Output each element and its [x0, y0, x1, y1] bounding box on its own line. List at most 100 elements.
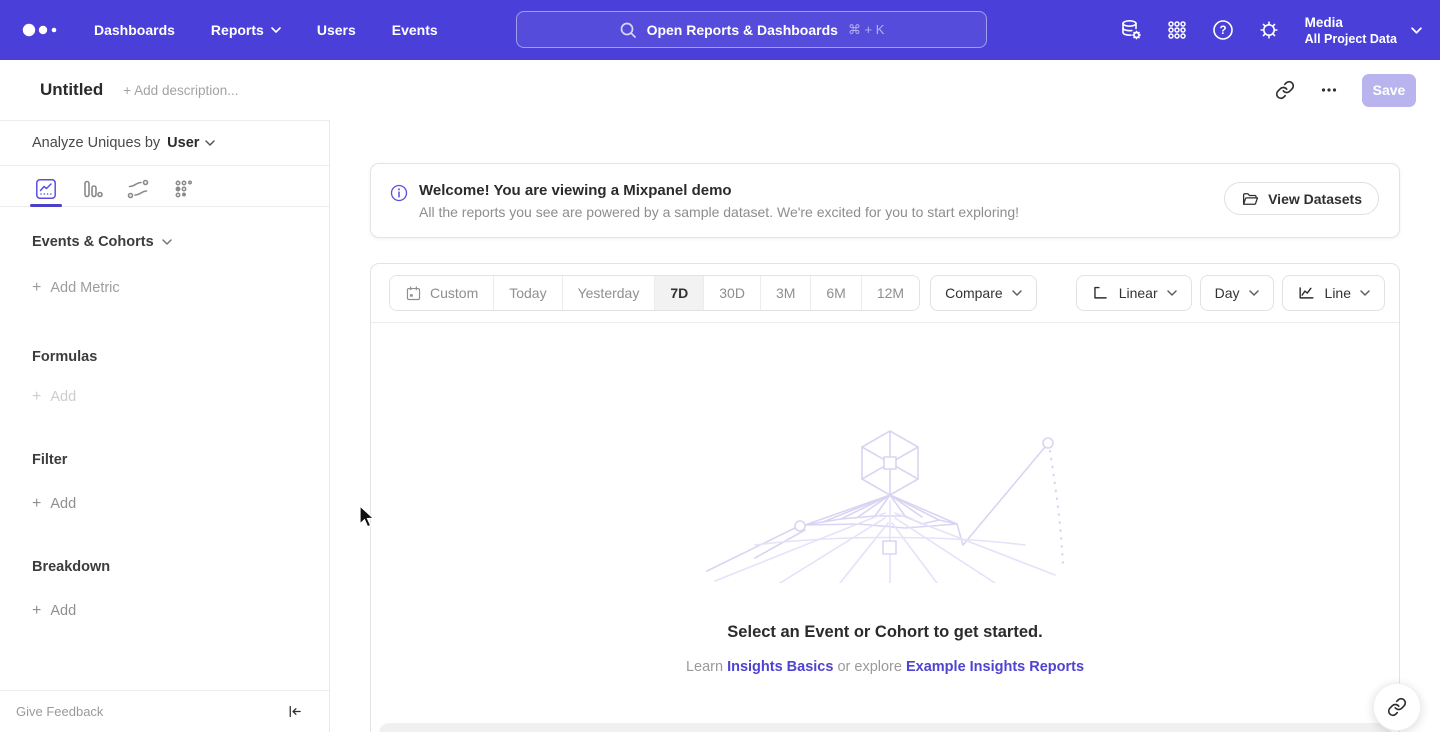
events-cohorts-header[interactable]: Events & Cohorts [32, 234, 329, 250]
settings-button[interactable] [1253, 14, 1285, 46]
data-management-button[interactable] [1115, 14, 1147, 46]
plus-icon: + [32, 495, 41, 513]
tab-flow[interactable] [122, 174, 154, 204]
report-toolbar: Custom Today Yesterday 7D 30D 3M 6M 12M … [371, 264, 1399, 323]
primary-nav: Dashboards Reports Users Events [80, 14, 452, 46]
view-datasets-button[interactable]: View Datasets [1224, 182, 1379, 215]
chevron-down-icon [1411, 27, 1422, 34]
range-yesterday[interactable]: Yesterday [563, 276, 656, 310]
project-dataset: All Project Data [1305, 31, 1397, 47]
chevron-down-icon [271, 27, 281, 33]
add-formula-button[interactable]: +Add [32, 388, 329, 406]
save-button[interactable]: Save [1362, 74, 1416, 107]
next-section-peek [379, 723, 1391, 732]
range-today[interactable]: Today [494, 276, 562, 310]
svg-text:?: ? [1219, 25, 1226, 37]
chevron-down-icon [1012, 290, 1022, 296]
plus-icon: + [32, 602, 41, 620]
chevron-down-icon [205, 140, 215, 146]
formulas-title: Formulas [32, 349, 329, 365]
or-explore-text: or explore [833, 659, 906, 675]
range-3m[interactable]: 3M [761, 276, 811, 310]
analyze-label: Analyze Uniques by [32, 135, 160, 151]
add-breakdown-label: Add [50, 603, 76, 619]
breakdown-section: Breakdown + Add [0, 559, 329, 620]
report-title[interactable]: Untitled [40, 80, 103, 100]
copy-link-button[interactable] [1268, 73, 1302, 107]
link-icon [1387, 697, 1407, 717]
tab-scatter-grid[interactable] [168, 174, 200, 204]
apps-grid-icon [1165, 18, 1189, 42]
share-link-fab[interactable] [1373, 683, 1421, 731]
nav-dashboards[interactable]: Dashboards [80, 14, 189, 46]
empty-state-links: Learn Insights Basics or explore Example… [686, 659, 1084, 675]
give-feedback-link[interactable]: Give Feedback [16, 704, 103, 719]
range-30d[interactable]: 30D [704, 276, 761, 310]
report-description-placeholder[interactable]: + Add description... [123, 83, 238, 98]
tab-bar-chart[interactable] [76, 174, 108, 204]
add-metric-button[interactable]: +Add Metric [32, 279, 329, 297]
range-7d[interactable]: 7D [655, 276, 704, 310]
range-custom[interactable]: Custom [390, 276, 494, 310]
project-switcher[interactable]: Media All Project Data [1305, 14, 1422, 47]
analyze-unit-dropdown[interactable]: User [167, 135, 215, 151]
chart-type-dropdown[interactable]: Line [1282, 275, 1385, 311]
collapse-left-icon [286, 703, 303, 720]
add-formula-label: Add [50, 389, 76, 405]
sidebar-footer: Give Feedback [0, 690, 329, 732]
breakdown-title: Breakdown [32, 559, 329, 575]
example-insights-reports-link[interactable]: Example Insights Reports [906, 659, 1084, 675]
plus-icon: + [32, 279, 41, 297]
info-icon [389, 183, 409, 203]
report-header: Untitled + Add description... Save [0, 60, 1440, 120]
nav-users-label: Users [317, 22, 356, 38]
settings-gear-icon [1257, 18, 1281, 42]
scatter-grid-icon [172, 177, 196, 201]
nav-users[interactable]: Users [303, 14, 370, 46]
more-options-button[interactable] [1312, 73, 1346, 107]
range-6m[interactable]: 6M [811, 276, 861, 310]
insights-line-icon [34, 177, 58, 201]
add-breakdown-button[interactable]: + Add [32, 602, 329, 620]
empty-state: Select an Event or Cohort to get started… [371, 423, 1399, 675]
formulas-section: Formulas +Add [0, 349, 329, 406]
compare-button[interactable]: Compare [930, 275, 1037, 311]
banner-texts: Welcome! You are viewing a Mixpanel demo… [419, 181, 1019, 223]
banner-title: Welcome! You are viewing a Mixpanel demo [419, 181, 1019, 201]
nav-reports[interactable]: Reports [197, 14, 295, 46]
report-card: Custom Today Yesterday 7D 30D 3M 6M 12M … [370, 263, 1400, 732]
range-12m[interactable]: 12M [862, 276, 919, 310]
events-cohorts-title: Events & Cohorts [32, 234, 154, 250]
view-datasets-label: View Datasets [1268, 191, 1362, 207]
query-builder-sidebar: Analyze Uniques by User [0, 120, 330, 732]
empty-state-title: Select an Event or Cohort to get started… [727, 623, 1042, 642]
global-search[interactable]: Open Reports & Dashboards ⌘ + K [516, 11, 987, 48]
nav-dashboards-label: Dashboards [94, 22, 175, 38]
analyze-unit-value: User [167, 135, 199, 151]
collapse-sidebar-button[interactable] [286, 703, 303, 720]
insights-basics-link[interactable]: Insights Basics [727, 659, 833, 675]
folder-icon [1241, 190, 1259, 208]
nav-events[interactable]: Events [378, 14, 452, 46]
chevron-down-icon [1167, 290, 1177, 296]
mixpanel-logo[interactable] [22, 22, 78, 38]
demo-banner: Welcome! You are viewing a Mixpanel demo… [370, 163, 1400, 238]
calendar-icon [405, 285, 422, 302]
compare-label: Compare [945, 285, 1003, 301]
chevron-down-icon [1249, 290, 1259, 296]
bar-chart-icon [80, 177, 104, 201]
help-button[interactable]: ? [1207, 14, 1239, 46]
add-filter-button[interactable]: + Add [32, 495, 329, 513]
project-name: Media [1305, 14, 1397, 31]
scale-dropdown[interactable]: Linear [1076, 275, 1192, 311]
tab-insights-line[interactable] [30, 174, 62, 204]
apps-grid-button[interactable] [1161, 14, 1193, 46]
scale-label: Linear [1119, 285, 1158, 301]
analyze-row: Analyze Uniques by User [0, 121, 329, 166]
banner-body: All the reports you see are powered by a… [419, 201, 1019, 223]
chevron-down-icon [162, 239, 172, 245]
range-custom-label: Custom [430, 285, 478, 301]
data-management-icon [1119, 18, 1143, 42]
add-filter-label: Add [50, 496, 76, 512]
interval-dropdown[interactable]: Day [1200, 275, 1274, 311]
